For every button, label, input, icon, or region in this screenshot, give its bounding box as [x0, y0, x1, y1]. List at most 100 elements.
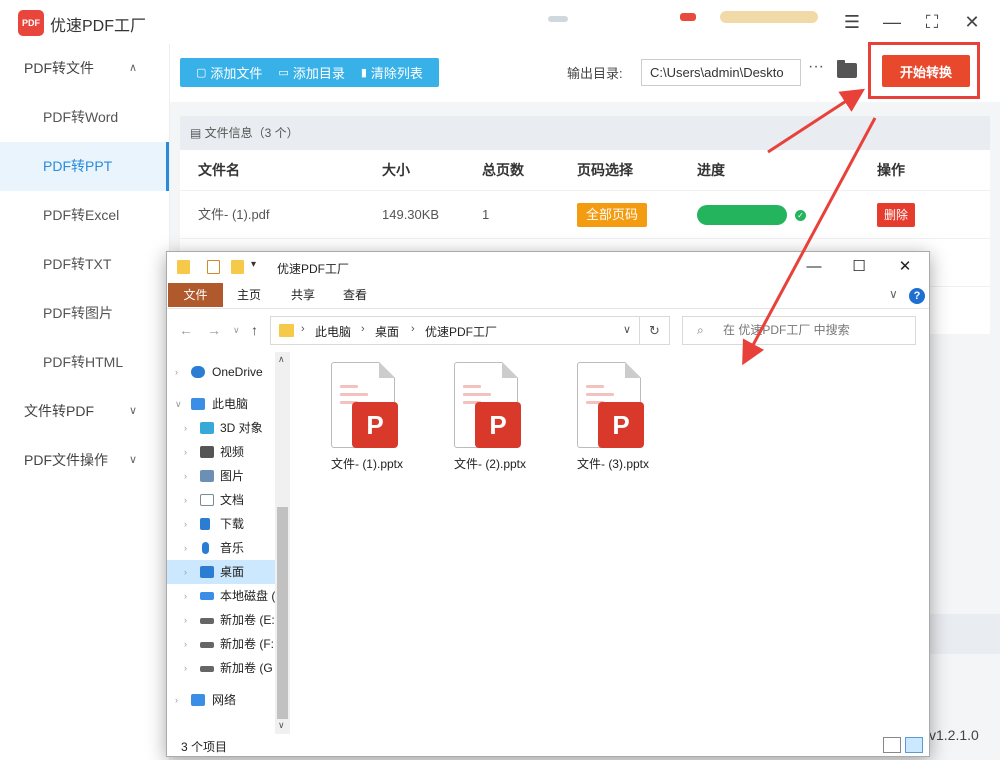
file-item[interactable]: P 文件- (3).pptx [542, 362, 652, 472]
tree-label: 桌面 [220, 565, 245, 579]
footer-strip [930, 614, 1000, 654]
large-icons-view-icon[interactable] [905, 737, 923, 753]
version-label: v1.2.1.0 [929, 727, 979, 743]
table-header: 文件名 大小 总页数 页码选择 进度 操作 [180, 150, 990, 190]
file-item[interactable]: P 文件- (1).pptx [296, 362, 406, 472]
column-header: 进度 [697, 162, 725, 178]
breadcrumb-separator: › [411, 323, 415, 335]
tree-item-downloads[interactable]: › 下载 [167, 512, 275, 536]
nav-scrollbar[interactable]: ∧ ∨ [275, 352, 290, 734]
tree-item-desktop[interactable]: › 桌面 [167, 560, 275, 584]
tree-item-volume-e[interactable]: › 新加卷 (E: [167, 608, 275, 632]
add-file-button[interactable]: ▢ 添加文件 [188, 63, 270, 82]
open-folder-icon[interactable] [837, 60, 857, 78]
search-icon: ⌕ [697, 323, 704, 337]
toolbar: ▢ 添加文件 ▭ 添加目录 ▮ 清除列表 输出目录: C:\Users\admi… [170, 42, 1000, 102]
sidebar-group-file-to-pdf[interactable]: 文件转PDF ∨ [0, 387, 169, 436]
sidebar-group-pdf-operations[interactable]: PDF文件操作 ∨ [0, 436, 169, 485]
more-options-icon[interactable]: ··· [808, 58, 824, 76]
tree-item-pictures[interactable]: › 图片 [167, 464, 275, 488]
tree-label: 新加卷 (F: [220, 637, 274, 651]
menu-icon[interactable]: ☰ [840, 10, 864, 34]
scroll-up-icon[interactable]: ∧ [278, 354, 285, 365]
tree-item-volume-g[interactable]: › 新加卷 (G [167, 656, 275, 680]
sidebar-group-pdf-to-file[interactable]: PDF转文件 ∧ [0, 44, 169, 93]
tree-label: 新加卷 (E: [220, 613, 275, 627]
tree-item-documents[interactable]: › 文档 [167, 488, 275, 512]
sidebar-item-pdf-to-image[interactable]: PDF转图片 [0, 289, 169, 338]
tree-item-3d-objects[interactable]: › 3D 对象 [167, 416, 275, 440]
user-badge[interactable] [720, 11, 818, 23]
breadcrumb-this-pc[interactable]: 此电脑 [315, 323, 351, 340]
sidebar-group-label: 文件转PDF [24, 403, 94, 419]
sidebar-item-pdf-to-ppt[interactable]: PDF转PPT [0, 142, 169, 191]
chevron-right-icon: › [184, 495, 187, 505]
tree-item-local-disk[interactable]: › 本地磁盘 ( [167, 584, 275, 608]
title-decoration [680, 13, 696, 21]
search-input[interactable]: ⌕ 在 优速PDF工厂 中搜索 [682, 316, 916, 345]
add-folder-button[interactable]: ▭ 添加目录 [270, 63, 352, 82]
details-view-icon[interactable] [883, 737, 901, 753]
address-bar[interactable]: › 此电脑 › 桌面 › 优速PDF工厂 ∨ [270, 316, 640, 345]
clear-list-button[interactable]: ▮ 清除列表 [353, 63, 431, 82]
breadcrumb-desktop[interactable]: 桌面 [375, 323, 399, 340]
chevron-right-icon: › [184, 615, 187, 625]
tree-item-onedrive[interactable]: › OneDrive [167, 360, 275, 384]
sidebar-item-pdf-to-excel[interactable]: PDF转Excel [0, 191, 169, 240]
file-action-group: ▢ 添加文件 ▭ 添加目录 ▮ 清除列表 [180, 58, 439, 87]
delete-button[interactable]: 删除 [877, 203, 916, 227]
tree-item-this-pc[interactable]: ∨ 此电脑 [167, 392, 275, 416]
picture-icon [200, 470, 214, 482]
scroll-down-icon[interactable]: ∨ [278, 720, 285, 731]
close-button[interactable]: ✕ [960, 10, 984, 34]
tab-view[interactable]: 查看 [335, 283, 375, 307]
new-folder-icon[interactable] [231, 260, 244, 274]
table-row[interactable]: 文件- (1).pdf 149.30KB 1 全部页码 ✓ 删除 [180, 190, 990, 238]
powerpoint-badge-icon: P [598, 402, 644, 448]
disk-icon [200, 642, 214, 648]
chevron-right-icon: › [184, 543, 187, 553]
minimize-button[interactable]: — [880, 10, 904, 34]
forward-arrow-icon[interactable]: → [207, 322, 221, 338]
expand-ribbon-icon[interactable]: ∨ [889, 287, 898, 301]
column-header: 操作 [877, 162, 905, 178]
up-arrow-icon[interactable]: ↑ [251, 322, 258, 338]
scrollbar-thumb[interactable] [277, 507, 288, 719]
file-item[interactable]: P 文件- (2).pptx [419, 362, 529, 472]
tree-item-volume-f[interactable]: › 新加卷 (F: [167, 632, 275, 656]
close-button[interactable]: ✕ [890, 256, 920, 278]
breadcrumb-current-folder[interactable]: 优速PDF工厂 [425, 323, 497, 340]
progress-bar [697, 205, 787, 225]
file-icon: ▤ [190, 126, 205, 140]
tree-item-network[interactable]: › 网络 [167, 688, 275, 712]
maximize-button[interactable]: ☐ [844, 256, 874, 278]
chevron-up-icon: ∧ [128, 62, 137, 74]
start-convert-button[interactable]: 开始转换 [882, 55, 970, 87]
tab-home[interactable]: 主页 [229, 283, 269, 307]
tree-item-videos[interactable]: › 视频 [167, 440, 275, 464]
recent-dropdown-icon[interactable]: ∨ [233, 325, 240, 336]
output-dir-label: 输出目录: [567, 66, 623, 81]
file-info-label: 文件信息（3 个） [204, 126, 299, 140]
page-select-button[interactable]: 全部页码 [577, 203, 648, 227]
tab-file[interactable]: 文件 [168, 283, 223, 307]
back-arrow-icon[interactable]: ← [179, 322, 193, 338]
quick-access-dropdown-icon[interactable]: ▾ [251, 259, 256, 270]
refresh-icon[interactable]: ↻ [640, 316, 670, 345]
folder-icon [279, 324, 294, 337]
search-placeholder: 在 优速PDF工厂 中搜索 [723, 323, 850, 337]
help-icon[interactable]: ? [909, 288, 925, 304]
tree-item-music[interactable]: › 音乐 [167, 536, 275, 560]
address-dropdown-icon[interactable]: ∨ [623, 323, 631, 336]
sidebar-item-pdf-to-html[interactable]: PDF转HTML [0, 338, 169, 387]
chevron-right-icon: › [175, 695, 178, 705]
properties-icon[interactable] [207, 260, 220, 274]
maximize-button[interactable]: ⛶ [920, 10, 944, 34]
sidebar-item-pdf-to-txt[interactable]: PDF转TXT [0, 240, 169, 289]
tab-share[interactable]: 共享 [283, 283, 323, 307]
minimize-button[interactable]: — [799, 256, 829, 278]
sidebar-item-pdf-to-word[interactable]: PDF转Word [0, 93, 169, 142]
app-logo-icon: PDF [18, 10, 44, 36]
chevron-right-icon: › [184, 519, 187, 529]
output-dir-input[interactable]: C:\Users\admin\Deskto [641, 59, 801, 86]
